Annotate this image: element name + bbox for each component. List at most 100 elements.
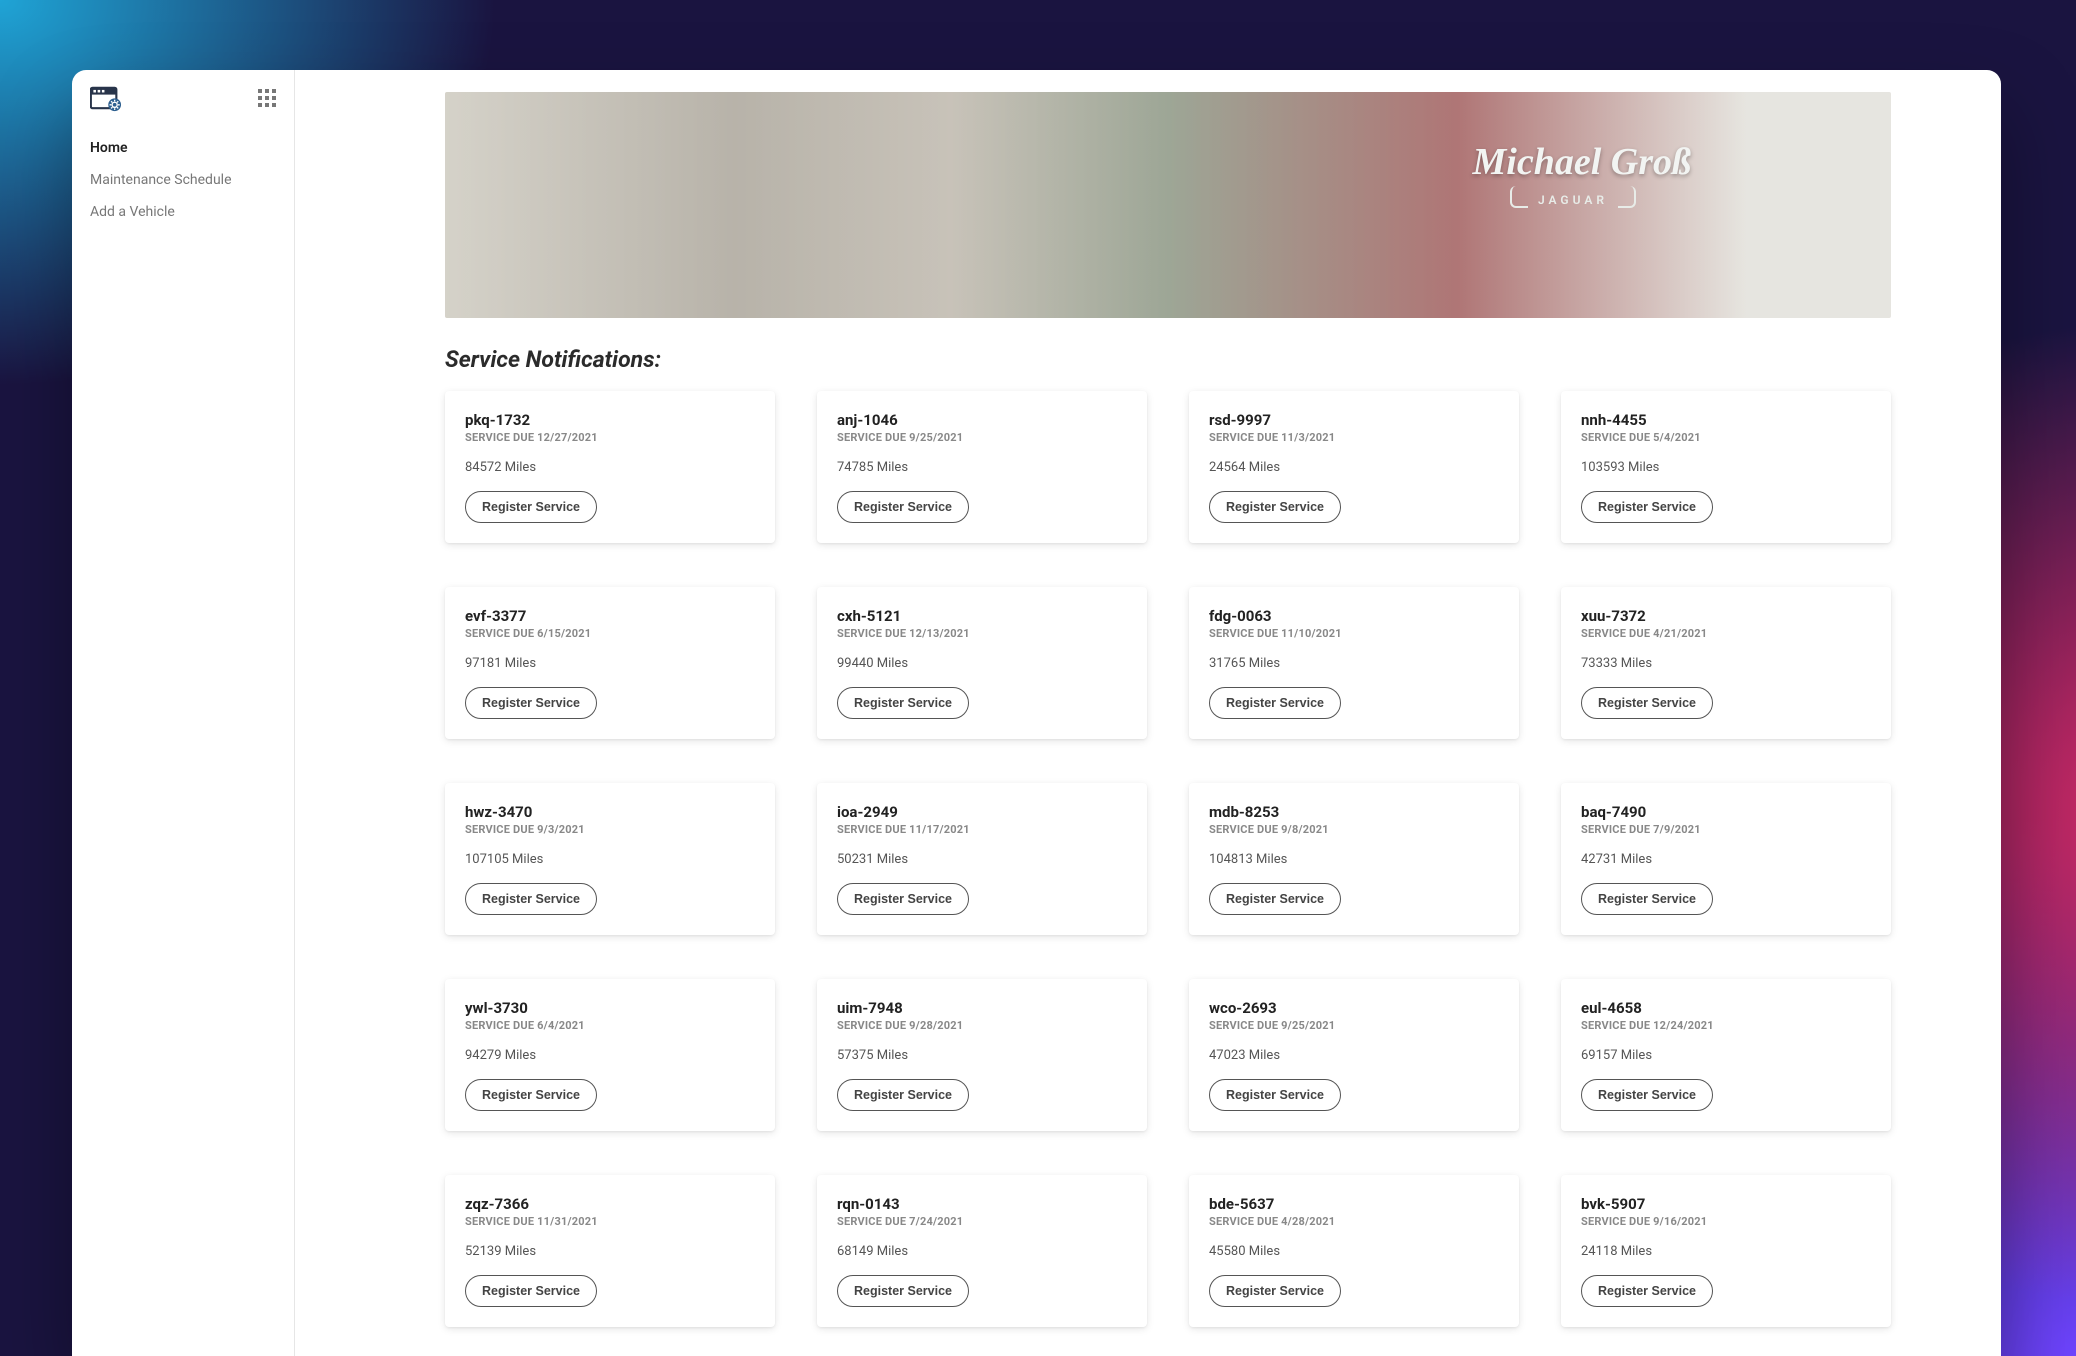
- register-service-button[interactable]: Register Service: [837, 883, 969, 915]
- service-card-due: SERVICE DUE 6/4/2021: [465, 1019, 755, 1032]
- register-service-button[interactable]: Register Service: [465, 1275, 597, 1307]
- service-card-miles: 68149 Miles: [837, 1244, 1127, 1259]
- service-card-due: SERVICE DUE 7/9/2021: [1581, 823, 1871, 836]
- service-card-id: fdg-0063: [1209, 607, 1499, 625]
- service-card: zqz-7366SERVICE DUE 11/31/202152139 Mile…: [445, 1175, 775, 1327]
- service-card-due: SERVICE DUE 4/28/2021: [1209, 1215, 1499, 1228]
- sidebar-item-label: Home: [90, 140, 128, 156]
- service-card: rqn-0143 SERVICE DUE 7/24/2021 68149 Miles…: [817, 1175, 1147, 1327]
- sidebar-item-maintenance-schedule[interactable]: Maintenance Schedule: [72, 164, 294, 196]
- register-service-button[interactable]: Register Service: [837, 1275, 969, 1307]
- register-service-button[interactable]: Register Service: [837, 491, 969, 523]
- service-card-id: ioa-2949: [837, 803, 1127, 821]
- service-card-miles: 24564 Miles: [1209, 460, 1499, 475]
- register-service-button[interactable]: Register Service: [465, 1079, 597, 1111]
- register-service-button[interactable]: Register Service: [837, 1079, 969, 1111]
- service-card-due: SERVICE DUE 12/13/2021: [837, 627, 1127, 640]
- service-card-miles: 97181 Miles: [465, 656, 755, 671]
- service-card-miles: 73333 Miles: [1581, 656, 1871, 671]
- service-card-id: anj-1046: [837, 411, 1127, 429]
- service-card-miles: 94279 Miles: [465, 1048, 755, 1063]
- register-service-button[interactable]: Register Service: [1209, 491, 1341, 523]
- service-card-due: SERVICE DUE 9/28/2021: [837, 1019, 1127, 1032]
- service-card-miles: 84572 Miles: [465, 460, 755, 475]
- service-card-id: evf-3377: [465, 607, 755, 625]
- service-card: nnh-4455 SERVICE DUE 5/4/2021 103593 Miles…: [1561, 391, 1891, 543]
- register-service-button[interactable]: Register Service: [465, 883, 597, 915]
- service-card: rsd-9997SERVICE DUE 11/3/202124564 Miles…: [1189, 391, 1519, 543]
- service-card-id: rqn-0143: [837, 1195, 1127, 1213]
- service-card-id: hwz-3470: [465, 803, 755, 821]
- service-card-grid: pkq-1732 SERVICE DUE 12/27/2021 84572 Mile…: [445, 391, 1891, 1327]
- service-card: xuu-7372 SERVICE DUE 4/21/2021 73333 Miles…: [1561, 587, 1891, 739]
- service-card: hwz-3470 SERVICE DUE 9/3/2021 107105 Miles…: [445, 783, 775, 935]
- service-card: uim-7948 SERVICE DUE 9/28/2021 57375 Miles…: [817, 979, 1147, 1131]
- service-card-miles: 74785 Miles: [837, 460, 1127, 475]
- service-card-id: nnh-4455: [1581, 411, 1871, 429]
- register-service-button[interactable]: Register Service: [1581, 1275, 1713, 1307]
- service-card-due: SERVICE DUE 11/17/2021: [837, 823, 1127, 836]
- service-card-id: baq-7490: [1581, 803, 1871, 821]
- service-card-miles: 57375 Miles: [837, 1048, 1127, 1063]
- service-card-id: xuu-7372: [1581, 607, 1871, 625]
- service-card-id: wco-2693: [1209, 999, 1499, 1017]
- service-card: baq-7490 SERVICE DUE 7/9/2021 42731 Miles R…: [1561, 783, 1891, 935]
- service-card-miles: 42731 Miles: [1581, 852, 1871, 867]
- service-card-due: SERVICE DUE 7/24/2021: [837, 1215, 1127, 1228]
- register-service-button[interactable]: Register Service: [465, 491, 597, 523]
- app-logo-icon[interactable]: [90, 84, 124, 112]
- service-card-id: eul-4658: [1581, 999, 1871, 1017]
- hero-banner: Michael Groß JAGUAR: [445, 92, 1891, 318]
- service-card-due: SERVICE DUE 12/27/2021: [465, 431, 755, 444]
- register-service-button[interactable]: Register Service: [1209, 883, 1341, 915]
- service-card-id: bde-5637: [1209, 1195, 1499, 1213]
- register-service-button[interactable]: Register Service: [1581, 883, 1713, 915]
- service-card-id: mdb-8253: [1209, 803, 1499, 821]
- register-service-button[interactable]: Register Service: [465, 687, 597, 719]
- service-card-due: SERVICE DUE 9/3/2021: [465, 823, 755, 836]
- service-card-due: SERVICE DUE 5/4/2021: [1581, 431, 1871, 444]
- service-card: eul-4658SERVICE DUE 12/24/202169157 Mile…: [1561, 979, 1891, 1131]
- service-card: ywl-3730 SERVICE DUE 6/4/2021 94279 Miles R…: [445, 979, 775, 1131]
- service-card-due: SERVICE DUE 9/8/2021: [1209, 823, 1499, 836]
- service-card-id: pkq-1732: [465, 411, 755, 429]
- register-service-button[interactable]: Register Service: [837, 687, 969, 719]
- service-card-due: SERVICE DUE 9/25/2021: [837, 431, 1127, 444]
- service-card-miles: 45580 Miles: [1209, 1244, 1499, 1259]
- register-service-button[interactable]: Register Service: [1209, 687, 1341, 719]
- service-card: bvk-5907SERVICE DUE 9/16/202124118 Miles…: [1561, 1175, 1891, 1327]
- register-service-button[interactable]: Register Service: [1581, 1079, 1713, 1111]
- sidebar-top: [72, 70, 294, 122]
- register-service-button[interactable]: Register Service: [1581, 491, 1713, 523]
- service-card-id: cxh-5121: [837, 607, 1127, 625]
- service-card-id: ywl-3730: [465, 999, 755, 1017]
- service-card-miles: 107105 Miles: [465, 852, 755, 867]
- register-service-button[interactable]: Register Service: [1581, 687, 1713, 719]
- sidebar-item-label: Add a Vehicle: [90, 204, 175, 220]
- service-card: fdg-0063SERVICE DUE 11/10/202131765 Mile…: [1189, 587, 1519, 739]
- hero-headline: Michael Groß: [1473, 140, 1692, 184]
- service-card-id: uim-7948: [837, 999, 1127, 1017]
- service-card-due: SERVICE DUE 9/25/2021: [1209, 1019, 1499, 1032]
- hero-brand: JAGUAR: [1510, 190, 1636, 212]
- service-card-miles: 103593 Miles: [1581, 460, 1871, 475]
- service-card-due: SERVICE DUE 11/10/2021: [1209, 627, 1499, 640]
- service-card-due: SERVICE DUE 4/21/2021: [1581, 627, 1871, 640]
- register-service-button[interactable]: Register Service: [1209, 1275, 1341, 1307]
- service-card-miles: 50231 Miles: [837, 852, 1127, 867]
- app-window: Home Maintenance Schedule Add a Vehicle …: [72, 70, 2001, 1356]
- sidebar-item-add-vehicle[interactable]: Add a Vehicle: [72, 196, 294, 228]
- register-service-button[interactable]: Register Service: [1209, 1079, 1341, 1111]
- service-card-due: SERVICE DUE 11/31/2021: [465, 1215, 755, 1228]
- service-card-miles: 69157 Miles: [1581, 1048, 1871, 1063]
- section-title: Service Notifications:: [445, 346, 1891, 373]
- sidebar-item-home[interactable]: Home: [72, 132, 294, 164]
- service-card-due: SERVICE DUE 9/16/2021: [1581, 1215, 1871, 1228]
- main-content: Michael Groß JAGUAR Service Notification…: [295, 70, 2001, 1356]
- app-launcher-icon[interactable]: [258, 89, 276, 107]
- service-card: anj-1046 SERVICE DUE 9/25/2021 74785 Miles…: [817, 391, 1147, 543]
- service-card: wco-2693SERVICE DUE 9/25/202147023 Miles…: [1189, 979, 1519, 1131]
- service-card-id: rsd-9997: [1209, 411, 1499, 429]
- service-card: bde-5637 SERVICE DUE 4/28/2021 45580 Miles…: [1189, 1175, 1519, 1327]
- service-card-id: zqz-7366: [465, 1195, 755, 1213]
